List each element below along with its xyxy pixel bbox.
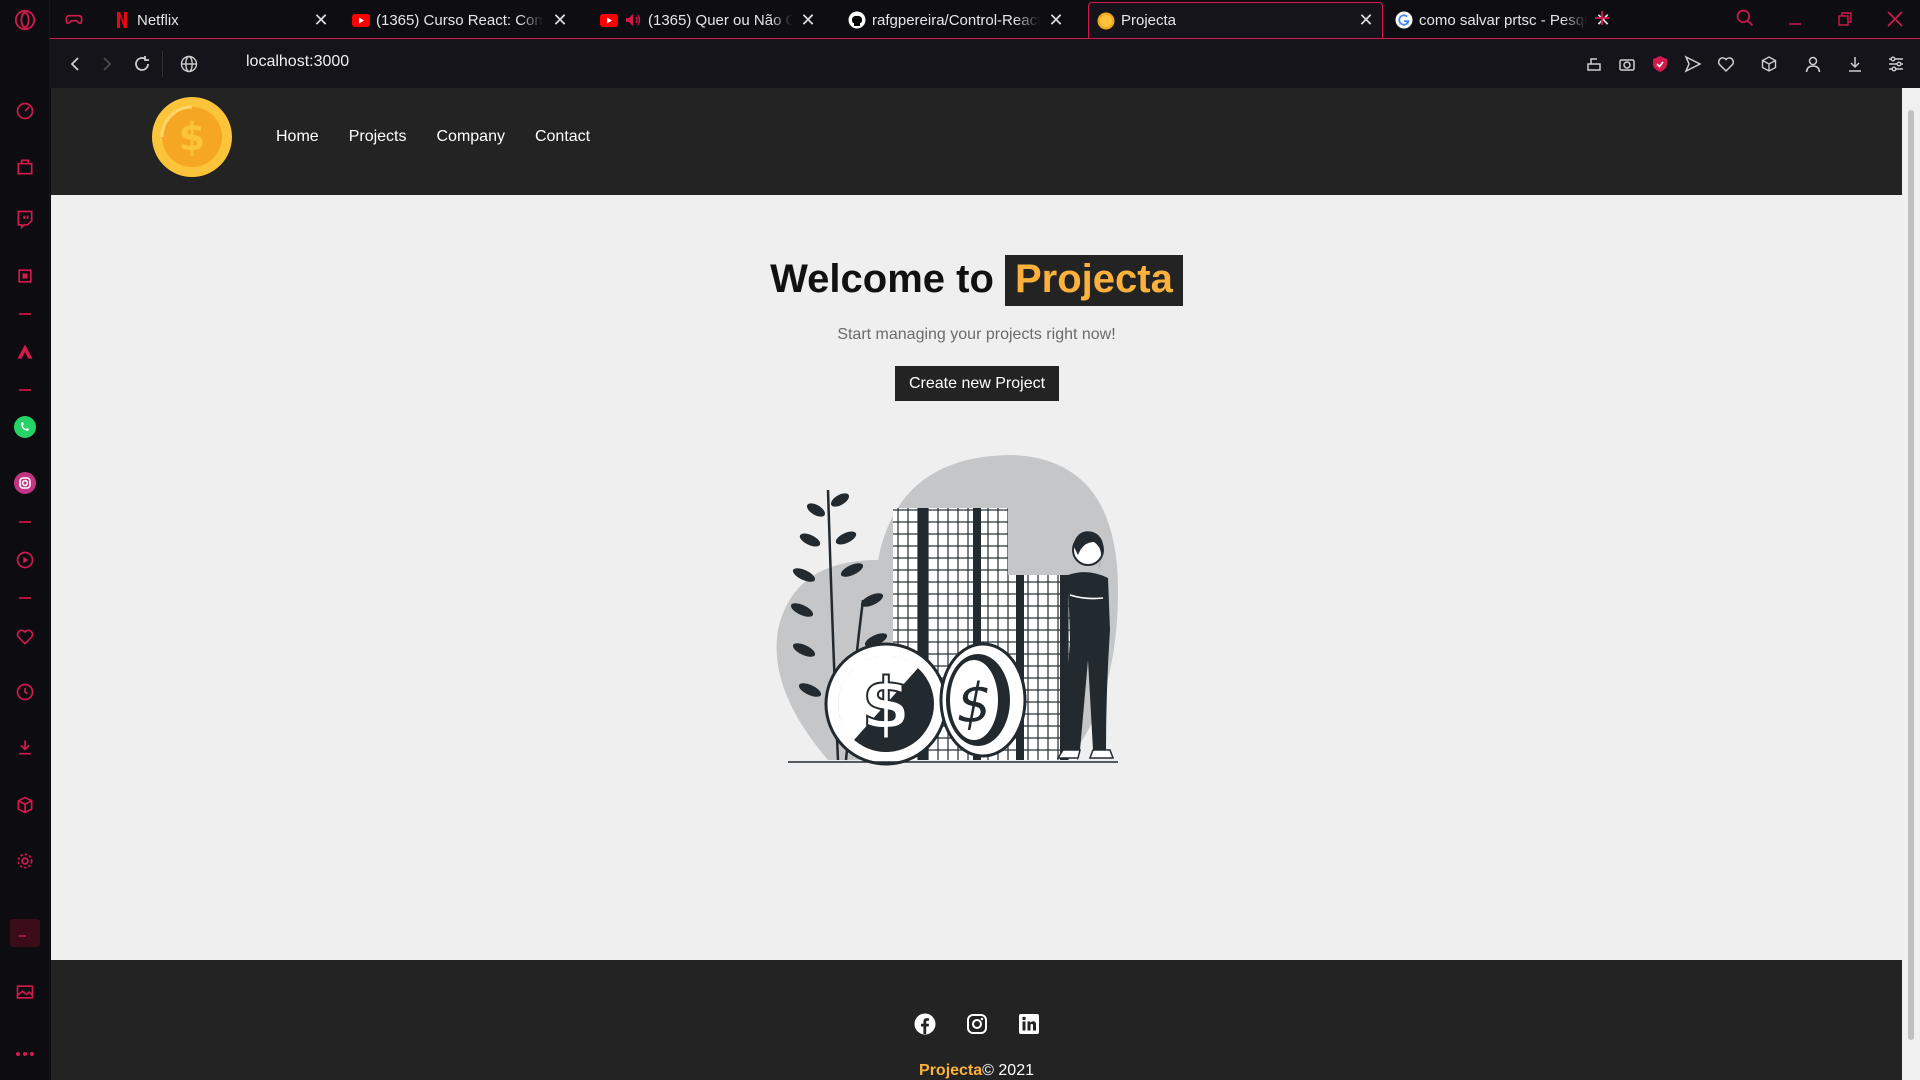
tab-title: Projecta <box>1121 12 1177 29</box>
snapshot-camera-icon[interactable] <box>1615 52 1639 76</box>
downloads-icon[interactable] <box>13 735 37 759</box>
player-icon[interactable] <box>13 548 37 572</box>
aria-icon[interactable] <box>13 340 37 364</box>
scrollbar-thumb[interactable] <box>1908 110 1914 1040</box>
site-header: $ Home Projects Company Contact <box>51 88 1902 195</box>
tab-title: (1365) Curso React: Conecta <box>376 11 544 29</box>
nav-link-contact[interactable]: Contact <box>535 128 590 146</box>
nav-link-projects[interactable]: Projects <box>349 128 407 146</box>
linkedin-icon[interactable] <box>1017 1012 1041 1036</box>
new-tab-plus-icon[interactable] <box>1590 6 1614 30</box>
search-tabs-icon[interactable] <box>1733 6 1757 30</box>
url-field[interactable]: localhost:3000 <box>246 53 349 71</box>
tab-projecta[interactable]: Projecta ✕ <box>1088 2 1383 38</box>
vpn-shield-icon[interactable] <box>1648 52 1672 76</box>
tab-title: rafgpereira/Control-React: S <box>872 11 1040 29</box>
social-links <box>51 1012 1902 1036</box>
easy-setup-icon[interactable] <box>1582 52 1606 76</box>
history-icon[interactable] <box>13 680 37 704</box>
close-icon[interactable]: ✕ <box>552 10 568 31</box>
nav-link-home[interactable]: Home <box>276 128 319 146</box>
site-footer: Projecta© 2021 <box>51 960 1902 1080</box>
whatsapp-icon[interactable] <box>13 415 37 439</box>
close-window-icon[interactable] <box>1872 0 1918 38</box>
gx-corner-icon[interactable] <box>13 155 37 179</box>
tab-title: (1365) Quer ou Não Quer <box>648 11 792 29</box>
youtube-icon <box>600 11 618 29</box>
back-arrow-icon[interactable] <box>63 52 87 76</box>
hero-title-brand: Projecta <box>1005 255 1183 306</box>
gamepad-icon[interactable] <box>62 7 86 31</box>
snapshot-gallery-icon[interactable] <box>13 980 37 1004</box>
download-icon[interactable] <box>1843 52 1867 76</box>
page-scrollbar[interactable] <box>1902 88 1920 1080</box>
tab-netflix[interactable]: Netflix ✕ <box>105 2 337 38</box>
account-icon[interactable] <box>1801 52 1825 76</box>
extensions-icon[interactable] <box>1757 52 1781 76</box>
settings-gear-icon[interactable] <box>13 849 37 873</box>
github-icon <box>848 11 866 29</box>
tab-google-search[interactable]: como salvar prtsc - Pesquisa ✕ <box>1387 2 1619 38</box>
divider <box>162 51 163 77</box>
more-options-icon[interactable] <box>13 1042 37 1066</box>
svg-text:$: $ <box>957 672 991 735</box>
speed-dial-icon[interactable] <box>13 99 37 123</box>
site-info-globe-icon[interactable] <box>177 52 201 76</box>
hardware-limiter-icon[interactable] <box>13 264 37 288</box>
netflix-icon <box>113 11 131 29</box>
tab-youtube-curso-react[interactable]: (1365) Curso React: Conecta ✕ <box>344 2 576 38</box>
main-nav: Home Projects Company Contact <box>276 128 590 146</box>
footer-copyright-text: © 2021 <box>982 1062 1034 1079</box>
instagram-sidebar-icon[interactable] <box>13 471 37 495</box>
sidebar-separator <box>19 389 31 391</box>
close-icon[interactable]: ✕ <box>313 10 329 31</box>
bookmark-heart-icon[interactable] <box>1714 52 1738 76</box>
heart-icon[interactable] <box>13 625 37 649</box>
terminal-icon[interactable] <box>10 919 40 947</box>
opera-logo-icon[interactable] <box>13 8 37 32</box>
browser-sidebar <box>0 0 50 1080</box>
tab-title: Netflix <box>137 11 179 29</box>
tab-github[interactable]: rafgpereira/Control-React: S ✕ <box>840 2 1072 38</box>
youtube-icon <box>352 11 370 29</box>
nav-link-company[interactable]: Company <box>436 128 504 146</box>
tab-youtube-quer-ou-nao[interactable]: (1365) Quer ou Não Quer ✕ <box>592 2 824 38</box>
projecta-logo-coin-icon[interactable]: $ <box>151 96 233 178</box>
restore-icon[interactable] <box>1822 0 1868 38</box>
coin-icon <box>1097 12 1115 30</box>
twitch-icon[interactable] <box>13 207 37 231</box>
close-icon[interactable]: ✕ <box>1048 10 1064 31</box>
sidebar-separator <box>19 313 31 315</box>
instagram-icon[interactable] <box>965 1012 989 1036</box>
footer-brand: Projecta <box>919 1062 983 1079</box>
facebook-icon[interactable] <box>913 1012 937 1036</box>
minimize-icon[interactable] <box>1772 0 1818 38</box>
reload-icon[interactable] <box>130 52 154 76</box>
easy-setup-sliders-icon[interactable] <box>1884 52 1908 76</box>
close-icon[interactable]: ✕ <box>1358 10 1374 31</box>
footer-copyright: Projecta© 2021 <box>51 1062 1902 1080</box>
close-icon[interactable]: ✕ <box>800 10 816 31</box>
forward-arrow-icon[interactable] <box>95 52 119 76</box>
hero-title-prefix: Welcome to <box>770 257 994 301</box>
address-bar: localhost:3000 <box>50 38 1920 88</box>
tab-bar: Netflix ✕ (1365) Curso React: Conecta ✕ … <box>50 0 1920 38</box>
speaker-audio-icon[interactable] <box>624 11 642 29</box>
page-viewport: $ Home Projects Company Contact Welcome … <box>51 88 1902 1080</box>
savings-illustration: $ $ <box>768 450 1188 812</box>
svg-text:$: $ <box>862 663 911 745</box>
sidebar-separator <box>19 521 31 523</box>
sidebar-separator <box>19 597 31 599</box>
hero-subtitle: Start managing your projects right now! <box>837 326 1116 343</box>
create-new-project-button[interactable]: Create new Project <box>895 366 1059 401</box>
extensions-cube-icon[interactable] <box>13 793 37 817</box>
send-flow-icon[interactable] <box>1681 52 1705 76</box>
tab-title: como salvar prtsc - Pesquisa <box>1419 11 1587 29</box>
svg-text:$: $ <box>179 115 205 159</box>
hero-title: Welcome to Projecta <box>51 255 1902 306</box>
google-icon <box>1395 11 1413 29</box>
